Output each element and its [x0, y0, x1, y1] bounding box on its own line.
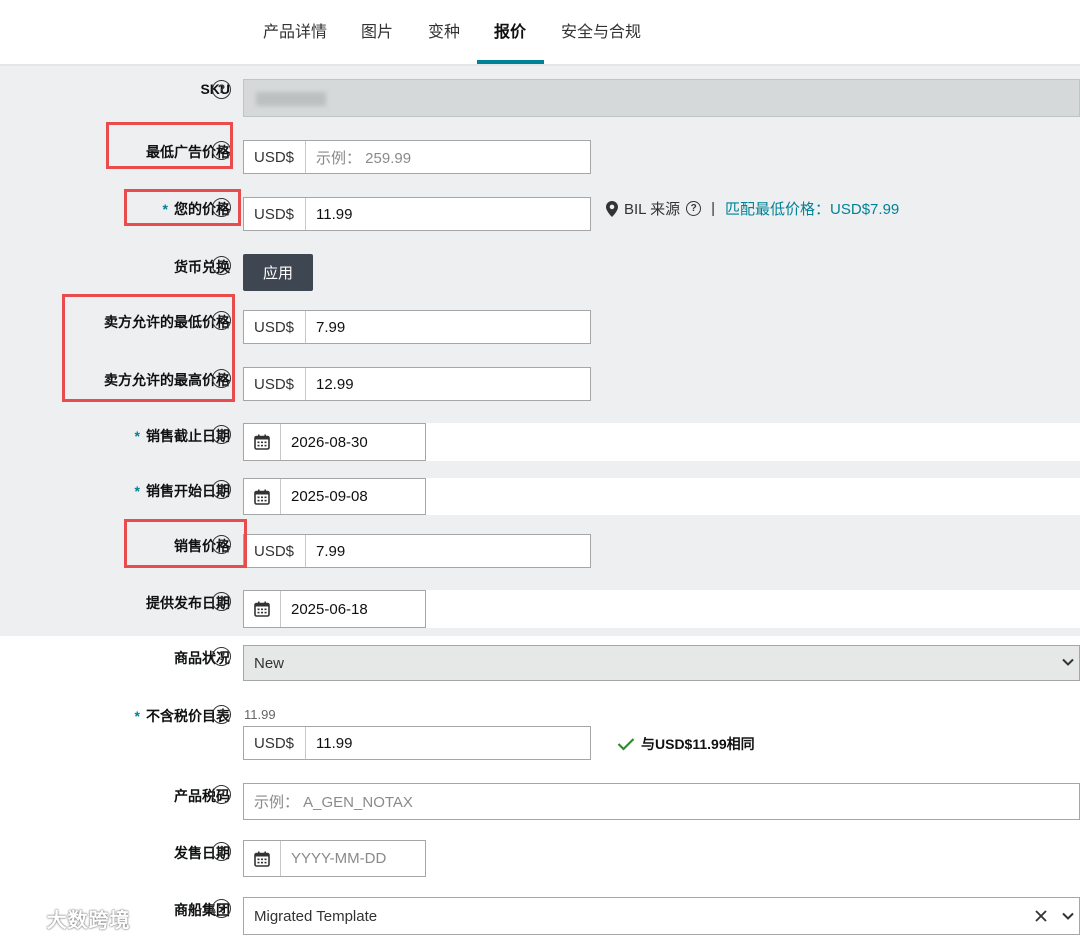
match-lowest-price-link[interactable]: 匹配最低价格：USD$7.99: [725, 198, 899, 219]
help-icon[interactable]: ?: [212, 842, 231, 861]
tab-safety-compliance[interactable]: 安全与合规: [561, 18, 641, 42]
placeholder-text: YYYY-MM-DD: [291, 850, 387, 867]
help-icon[interactable]: ?: [212, 141, 231, 160]
help-icon[interactable]: ?: [212, 705, 231, 724]
seller-min-price-input[interactable]: USD$ 7.99: [243, 310, 591, 344]
checkmark-icon: [617, 738, 635, 751]
placeholder-text: 示例： 259.99: [316, 149, 412, 167]
apply-button[interactable]: 应用: [243, 254, 313, 291]
calendar-icon[interactable]: [244, 479, 281, 514]
chevron-down-icon: [1062, 658, 1074, 666]
sale-end-date-input[interactable]: 2026-08-30: [243, 423, 426, 461]
your-price-value: 11.99: [316, 205, 353, 223]
help-icon[interactable]: ?: [212, 785, 231, 804]
tax-code-input[interactable]: 示例： A_GEN_NOTAX: [243, 783, 1080, 820]
calendar-icon[interactable]: [244, 841, 281, 876]
bil-source-label: BIL 来源: [624, 201, 681, 218]
offer-release-date-input[interactable]: 2025-06-18: [243, 590, 426, 628]
help-icon[interactable]: ?: [212, 899, 231, 918]
placeholder-text: 示例： A_GEN_NOTAX: [254, 794, 413, 811]
help-icon[interactable]: ?: [212, 425, 231, 444]
offer-release-date-value: 2025-06-18: [291, 600, 368, 618]
list-price-hint: 11.99: [244, 707, 276, 722]
help-icon[interactable]: ?: [212, 369, 231, 388]
help-icon[interactable]: ?: [212, 198, 231, 217]
help-icon[interactable]: ?: [212, 647, 231, 666]
chevron-down-icon[interactable]: [1061, 909, 1075, 923]
sale-start-date-value: 2025-09-08: [291, 488, 368, 505]
sale-end-date-value: 2026-08-30: [291, 433, 368, 451]
list-price-value: 11.99: [316, 734, 353, 752]
list-price-input[interactable]: USD$ 11.99: [243, 726, 591, 760]
release-date-input[interactable]: YYYY-MM-DD: [243, 840, 426, 877]
seller-min-price-label: 卖方允许的最低价格: [104, 314, 230, 330]
calendar-icon[interactable]: [244, 591, 281, 627]
your-price-input[interactable]: USD$ 11.99: [243, 197, 591, 231]
active-tab-indicator: [477, 60, 544, 64]
currency-prefix: USD$: [244, 535, 306, 567]
bil-info: BIL 来源 ? | 匹配最低价格：USD$7.99: [606, 198, 899, 219]
seller-max-price-label: 卖方允许的最高价格: [104, 372, 230, 388]
location-pin-icon: [606, 200, 618, 217]
help-icon[interactable]: ?: [212, 480, 231, 499]
seller-min-price-value: 7.99: [316, 318, 346, 336]
separator: |: [711, 200, 716, 217]
watermark-logo: 大数跨境: [8, 904, 131, 933]
help-icon[interactable]: ?: [212, 592, 231, 611]
redacted-sku: [256, 92, 326, 106]
help-icon[interactable]: ?: [686, 201, 702, 216]
tab-bar: 产品详情 图片 变种 报价 安全与合规: [0, 0, 1080, 66]
help-icon[interactable]: ?: [212, 256, 231, 275]
help-icon[interactable]: ?: [212, 311, 231, 330]
currency-prefix: USD$: [244, 198, 306, 230]
shipping-group-select[interactable]: Migrated Template: [243, 897, 1080, 935]
currency-prefix: USD$: [244, 368, 306, 400]
currency-prefix: USD$: [244, 727, 306, 759]
sku-field: [243, 79, 1080, 117]
sale-price-value: 7.99: [316, 542, 346, 560]
clear-icon[interactable]: [1035, 910, 1047, 922]
calendar-icon[interactable]: [244, 424, 281, 460]
help-icon[interactable]: ?: [212, 535, 231, 554]
tab-variations[interactable]: 变种: [428, 18, 460, 42]
condition-value: New: [254, 654, 285, 672]
tab-product-details[interactable]: 产品详情: [263, 18, 327, 42]
list-price-validation: 与USD$11.99相同: [617, 734, 755, 754]
seller-max-price-value: 12.99: [316, 375, 354, 393]
sale-start-date-input[interactable]: 2025-09-08: [243, 478, 426, 515]
shipping-group-value: Migrated Template: [254, 907, 378, 925]
tab-offer[interactable]: 报价: [494, 18, 526, 42]
tab-images[interactable]: 图片: [361, 18, 393, 42]
seller-max-price-input[interactable]: USD$ 12.99: [243, 367, 591, 401]
currency-prefix: USD$: [244, 141, 306, 173]
min-ad-price-input[interactable]: USD$ 示例： 259.99: [243, 140, 591, 174]
condition-select[interactable]: New: [243, 645, 1080, 681]
sale-price-input[interactable]: USD$ 7.99: [243, 534, 591, 568]
help-icon[interactable]: ?: [212, 80, 231, 99]
currency-prefix: USD$: [244, 311, 306, 343]
